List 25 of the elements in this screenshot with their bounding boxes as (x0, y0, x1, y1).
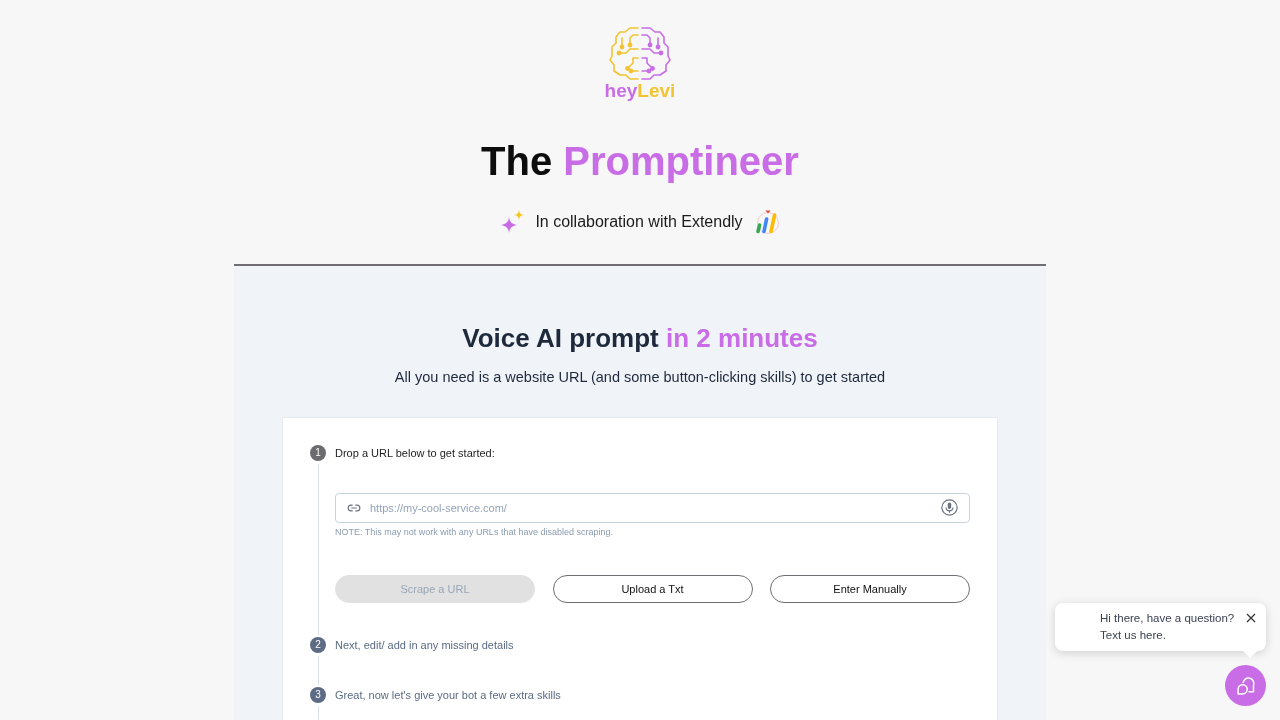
url-field[interactable]: https://my-cool-service.com/ (335, 493, 970, 523)
link-icon (347, 501, 361, 515)
step-label: Drop a URL below to get started: (335, 446, 495, 461)
bar-chart-logo-icon (753, 210, 780, 234)
chat-button[interactable] (1225, 665, 1266, 706)
action-button[interactable]: Upload a Txt (552, 575, 753, 603)
close-button[interactable] (1245, 612, 1257, 624)
close-icon (1246, 613, 1256, 623)
section-subtitle: All you need is a website URL (and some button-clicking skills) to get started (394, 368, 886, 387)
collaboration-text: In collaboration with Extendly (535, 212, 743, 232)
chat-message: Hi there, have a question? Text us here. (1100, 611, 1236, 643)
step-label: Great, now let's give your bot a few extra skills (335, 688, 561, 703)
step-number: 1 (310, 445, 326, 461)
step-number: 2 (310, 637, 326, 653)
microphone-icon[interactable] (941, 499, 958, 516)
chat-bubbles-icon (1235, 675, 1256, 696)
action-button[interactable]: Enter Manually (770, 575, 970, 603)
logo-wordmark: heyLevi (604, 81, 676, 101)
step-number: 3 (310, 687, 326, 703)
step-label: Next, edit/ add in any missing details (335, 638, 514, 653)
page-title: The Promptineer (481, 138, 799, 185)
sparkle-icon (500, 210, 525, 234)
brain-logo (608, 25, 672, 81)
note-text: NOTE: This may not work with any URLs that have disabled scraping. (335, 527, 613, 538)
section-heading: Voice AI prompt in 2 minutes (462, 322, 818, 354)
